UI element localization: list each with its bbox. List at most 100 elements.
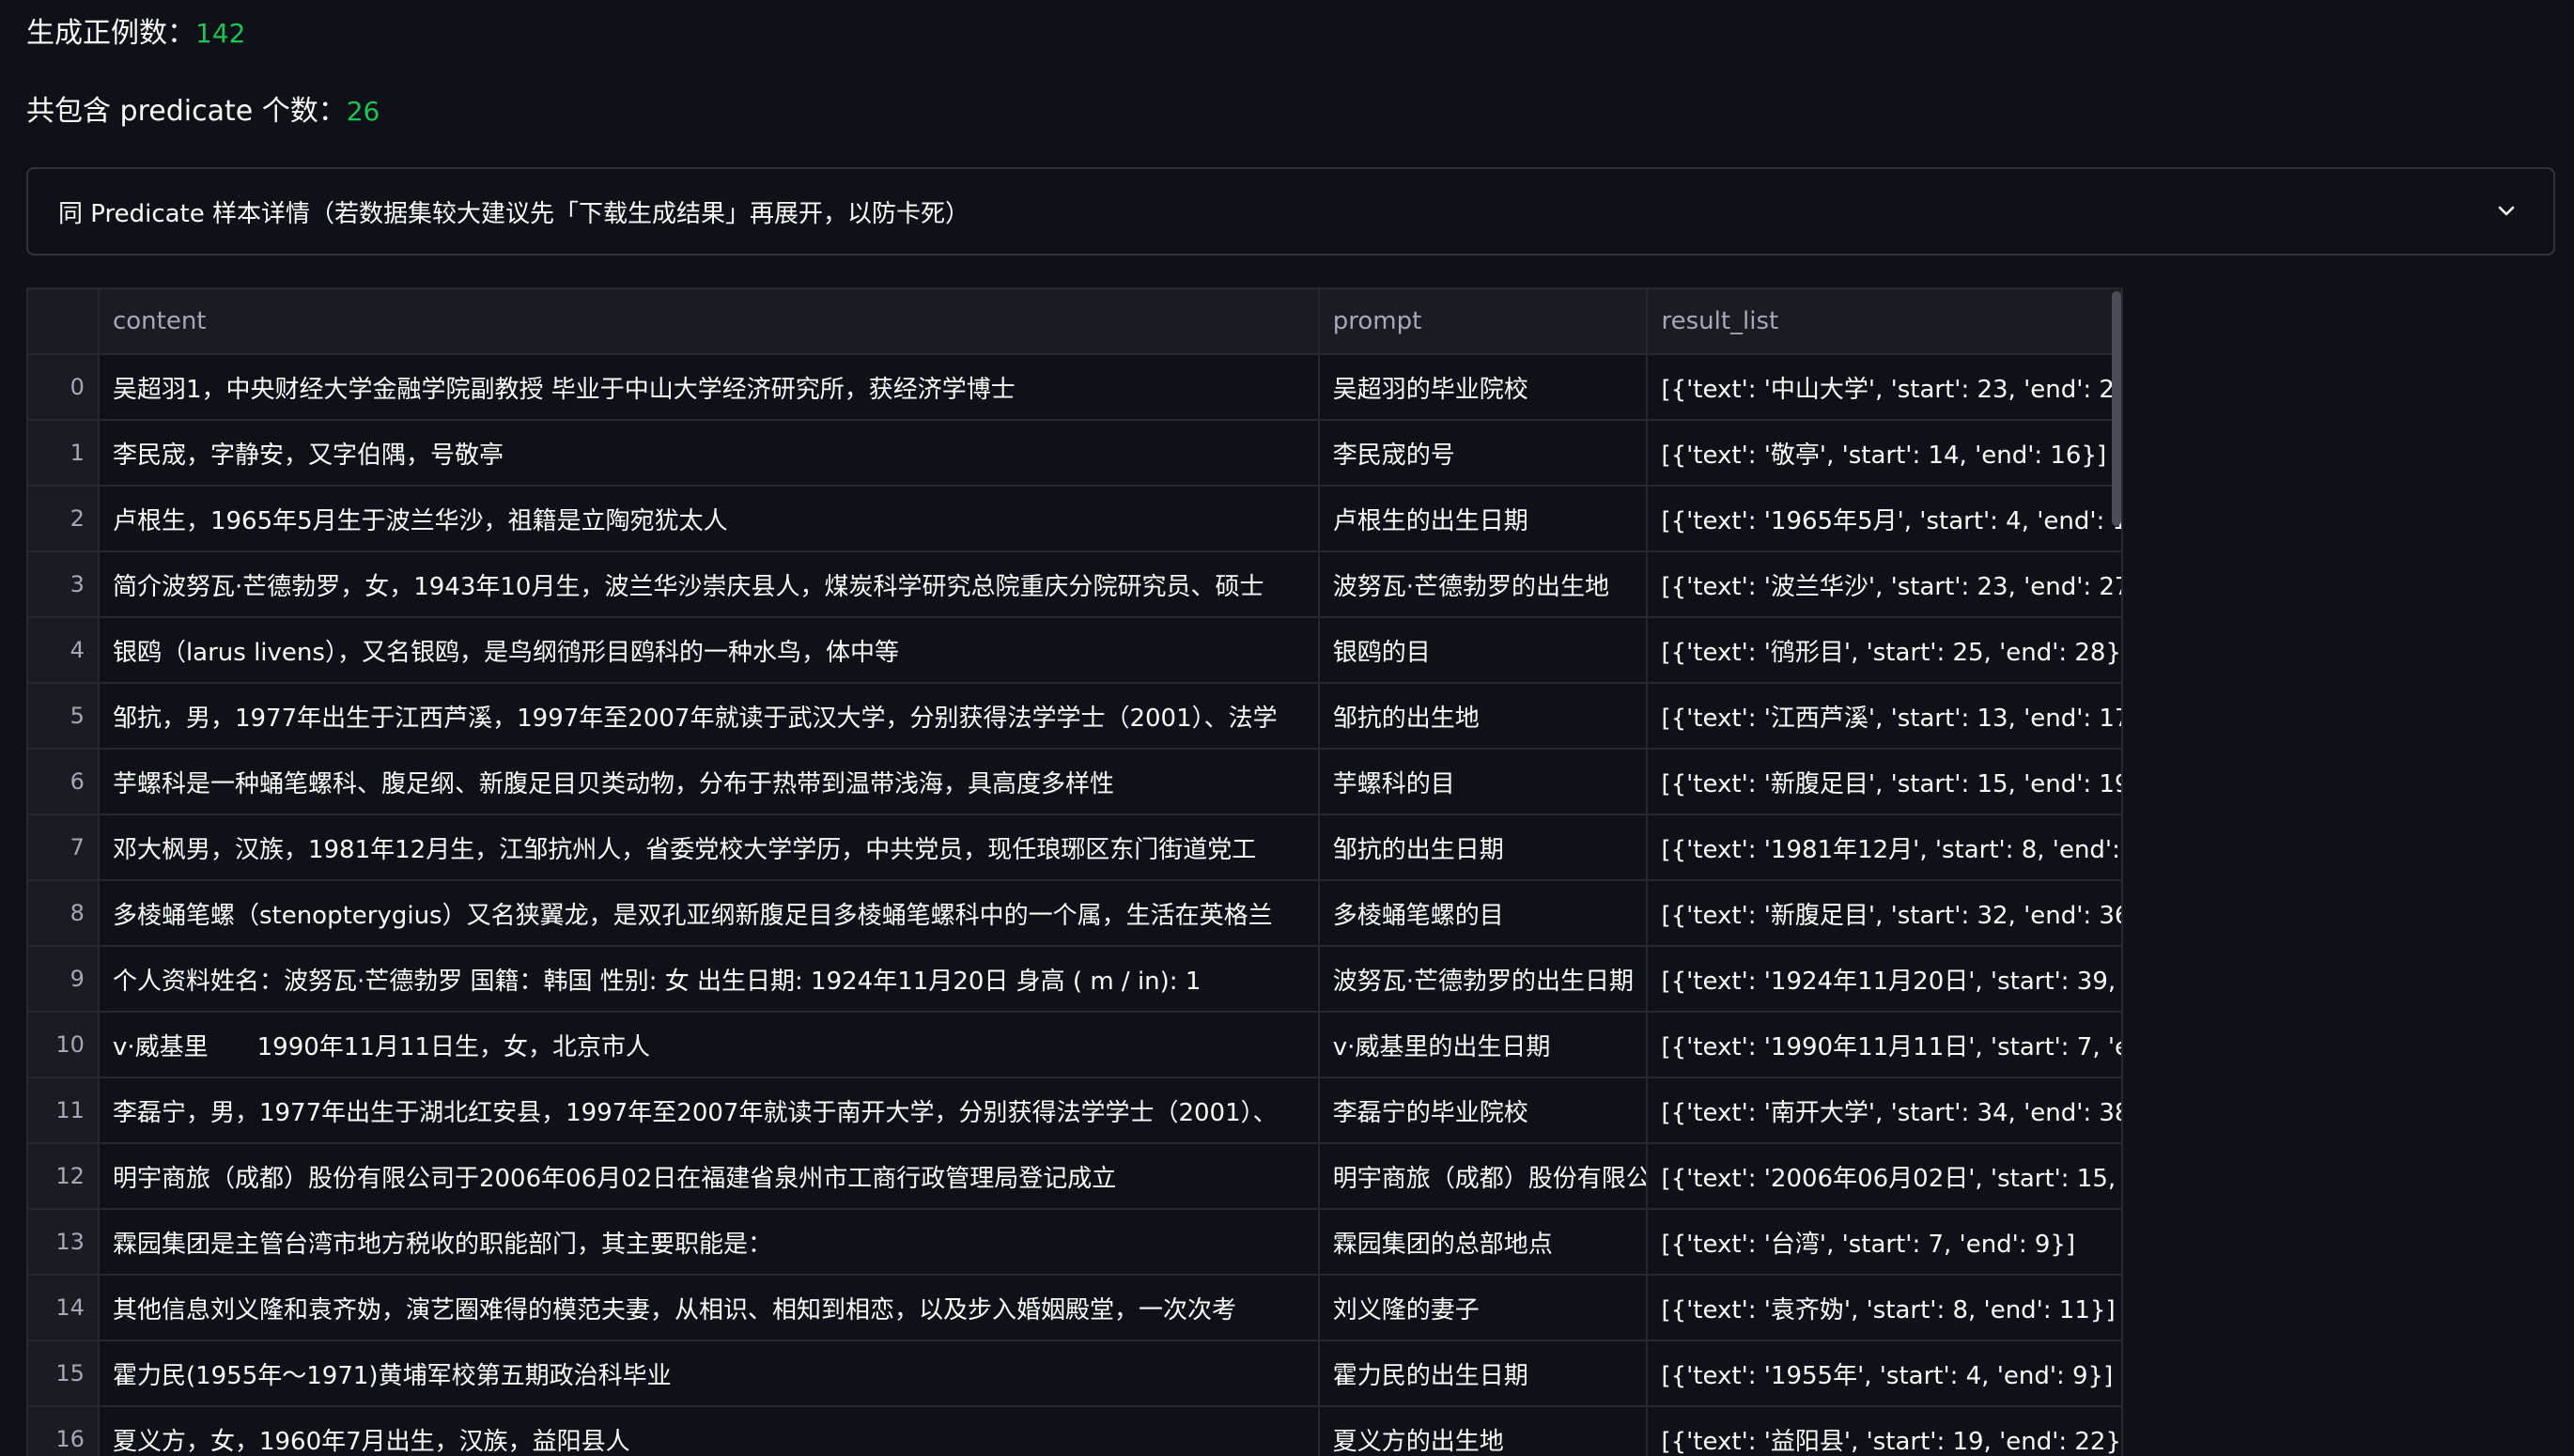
prompt-cell[interactable]: 卢根生的出生日期: [1320, 487, 1649, 550]
prompt-cell[interactable]: 邹抗的出生日期: [1320, 815, 1649, 879]
result-list-cell[interactable]: [{'text': '台湾', 'start': 7, 'end': 9}]: [1648, 1210, 2121, 1274]
table-row[interactable]: 15 霍力民(1955年～1971)黄埔军校第五期政治科毕业 霍力民的出生日期 [{'…: [28, 1341, 2121, 1407]
prompt-cell[interactable]: 李民宬的号: [1320, 421, 1649, 485]
row-index-cell[interactable]: 10: [28, 1013, 100, 1077]
table-row[interactable]: 11 李磊宁，男，1977年出生于湖北红安县，1997年至2007年就读于南开大学…: [28, 1078, 2121, 1144]
table-row[interactable]: 10 v·威基里 1990年11月11日生，女，北京市人 v·威基里的出生日期 [{'…: [28, 1013, 2121, 1078]
table-row[interactable]: 5 邹抗，男，1977年出生于江西芦溪，1997年至2007年就读于武汉大学，分别…: [28, 684, 2121, 750]
result-list-cell[interactable]: [{'text': '袁齐妫', 'start': 8, 'end': 11}]: [1648, 1276, 2121, 1340]
result-list-cell[interactable]: [{'text': '1965年5月', 'start': 4, 'end': …: [1648, 487, 2121, 550]
content-cell[interactable]: 其他信息刘义隆和袁齐妫，演艺圈难得的模范夫妻，从相识、相知到相恋，以及步入婚姻殿…: [100, 1276, 1320, 1340]
content-cell[interactable]: 邹抗，男，1977年出生于江西芦溪，1997年至2007年就读于武汉大学，分别获…: [100, 684, 1320, 748]
prompt-cell[interactable]: 刘义隆的妻子: [1320, 1276, 1649, 1340]
table-row[interactable]: 2 卢根生，1965年5月生于波兰华沙，祖籍是立陶宛犹太人 卢根生的出生日期 [{'t…: [28, 487, 2121, 552]
prompt-cell[interactable]: 多棱蛹笔螺的目: [1320, 881, 1649, 945]
row-index-cell[interactable]: 14: [28, 1276, 100, 1340]
content-cell[interactable]: v·威基里 1990年11月11日生，女，北京市人: [100, 1013, 1320, 1077]
predicate-count-label: 共包含 predicate 个数：: [26, 95, 347, 128]
content-cell[interactable]: 吴超羽1，中央财经大学金融学院副教授 毕业于中山大学经济研究所，获经济学博士: [100, 355, 1320, 419]
row-index-cell[interactable]: 2: [28, 487, 100, 550]
result-list-cell[interactable]: [{'text': '江西芦溪', 'start': 13, 'end': 17…: [1648, 684, 2121, 748]
prompt-cell[interactable]: 邹抗的出生地: [1320, 684, 1649, 748]
table-row[interactable]: 16 夏义方，女，1960年7月出生，汉族，益阳县人 夏义方的出生地 [{'text'…: [28, 1407, 2121, 1456]
table-row[interactable]: 3 简介波努瓦·芒德勃罗，女，1943年10月生，波兰华沙崇庆县人，煤炭科学研究总…: [28, 552, 2121, 618]
table-body: 0 吴超羽1，中央财经大学金融学院副教授 毕业于中山大学经济研究所，获经济学博士吴…: [28, 355, 2121, 1456]
table-row[interactable]: 12 明宇商旅（成都）股份有限公司于2006年06月02日在福建省泉州市工商行政管…: [28, 1144, 2121, 1210]
chevron-down-icon: [2489, 194, 2523, 228]
results-dataframe[interactable]: content prompt result_list 0 吴超羽1，中央财经大学金…: [26, 287, 2123, 1456]
table-row[interactable]: 9 个人资料姓名：波努瓦·芒德勃罗 国籍：韩国 性别: 女 出生日期: 1924年…: [28, 947, 2121, 1013]
content-cell[interactable]: 李民宬，字静安，又字伯隅，号敬亭: [100, 421, 1320, 485]
content-cell[interactable]: 夏义方，女，1960年7月出生，汉族，益阳县人: [100, 1407, 1320, 1456]
prompt-column-header[interactable]: prompt: [1320, 289, 1649, 353]
table-row[interactable]: 7 邓大枫男，汉族，1981年12月生，江邹抗州人，省委党校大学学历，中共党员，现…: [28, 815, 2121, 881]
prompt-cell[interactable]: 明宇商旅（成都）股份有限公司的成立日期: [1320, 1144, 1649, 1208]
content-cell[interactable]: 多棱蛹笔螺（stenopterygius）又名狭翼龙，是双孔亚纲新腹足目多棱蛹笔…: [100, 881, 1320, 945]
result-list-cell[interactable]: [{'text': '2006年06月02日', 'start': 15, 'e…: [1648, 1144, 2121, 1208]
result-list-cell[interactable]: [{'text': '中山大学', 'start': 23, 'end': 27…: [1648, 355, 2121, 419]
result-list-cell[interactable]: [{'text': '新腹足目', 'start': 32, 'end': 36…: [1648, 881, 2121, 945]
row-index-cell[interactable]: 3: [28, 552, 100, 616]
prompt-cell[interactable]: 银鸥的目: [1320, 618, 1649, 682]
row-index-cell[interactable]: 7: [28, 815, 100, 879]
prompt-cell[interactable]: 吴超羽的毕业院校: [1320, 355, 1649, 419]
predicate-details-expander[interactable]: 同 Predicate 样本详情（若数据集较大建议先「下载生成结果」再展开，以防…: [26, 167, 2555, 256]
content-cell[interactable]: 霖园集团是主管台湾市地方税收的职能部门，其主要职能是：: [100, 1210, 1320, 1274]
predicate-count-stat: 共包含 predicate 个数：26: [26, 93, 380, 131]
table-row[interactable]: 8 多棱蛹笔螺（stenopterygius）又名狭翼龙，是双孔亚纲新腹足目多棱蛹…: [28, 881, 2121, 947]
index-header[interactable]: [28, 289, 100, 353]
prompt-cell[interactable]: v·威基里的出生日期: [1320, 1013, 1649, 1077]
result-list-cell[interactable]: [{'text': '1990年11月11日', 'start': 7, 'en…: [1648, 1013, 2121, 1077]
row-index-cell[interactable]: 13: [28, 1210, 100, 1274]
prompt-cell[interactable]: 霖园集团的总部地点: [1320, 1210, 1649, 1274]
generated-count-stat: 生成正例数：142: [26, 15, 245, 53]
content-cell[interactable]: 简介波努瓦·芒德勃罗，女，1943年10月生，波兰华沙崇庆县人，煤炭科学研究总院…: [100, 552, 1320, 616]
content-cell[interactable]: 芋螺科是一种蛹笔螺科、腹足纲、新腹足目贝类动物，分布于热带到温带浅海，具高度多样…: [100, 750, 1320, 813]
row-index-cell[interactable]: 6: [28, 750, 100, 813]
content-column-header[interactable]: content: [100, 289, 1320, 353]
app-main: 生成正例数：142 共包含 predicate 个数：26 同 Predicat…: [0, 0, 2574, 1456]
row-index-cell[interactable]: 5: [28, 684, 100, 748]
prompt-cell[interactable]: 芋螺科的目: [1320, 750, 1649, 813]
row-index-cell[interactable]: 0: [28, 355, 100, 419]
table-scrollbar[interactable]: [2110, 287, 2123, 1456]
row-index-cell[interactable]: 11: [28, 1078, 100, 1142]
result-list-cell[interactable]: [{'text': '波兰华沙', 'start': 23, 'end': 27…: [1648, 552, 2121, 616]
prompt-cell[interactable]: 波努瓦·芒德勃罗的出生日期: [1320, 947, 1649, 1011]
scrollbar-thumb[interactable]: [2112, 291, 2121, 526]
table-row[interactable]: 4 银鸥（larus livens），又名银鸥，是鸟纲鸻形目鸥科的一种水鸟，体中等…: [28, 618, 2121, 684]
table-row[interactable]: 13 霖园集团是主管台湾市地方税收的职能部门，其主要职能是： 霖园集团的总部地点[{…: [28, 1210, 2121, 1276]
result-list-cell[interactable]: [{'text': '益阳县', 'start': 19, 'end': 22}…: [1648, 1407, 2121, 1456]
result-list-column-header[interactable]: result_list: [1648, 289, 2121, 353]
prompt-cell[interactable]: 波努瓦·芒德勃罗的出生地: [1320, 552, 1649, 616]
row-index-cell[interactable]: 12: [28, 1144, 100, 1208]
result-list-cell[interactable]: [{'text': '南开大学', 'start': 34, 'end': 38…: [1648, 1078, 2121, 1142]
result-list-cell[interactable]: [{'text': '鸻形目', 'start': 25, 'end': 28}…: [1648, 618, 2121, 682]
result-list-cell[interactable]: [{'text': '新腹足目', 'start': 15, 'end': 19…: [1648, 750, 2121, 813]
content-cell[interactable]: 李磊宁，男，1977年出生于湖北红安县，1997年至2007年就读于南开大学，分…: [100, 1078, 1320, 1142]
row-index-cell[interactable]: 4: [28, 618, 100, 682]
content-cell[interactable]: 明宇商旅（成都）股份有限公司于2006年06月02日在福建省泉州市工商行政管理局…: [100, 1144, 1320, 1208]
row-index-cell[interactable]: 8: [28, 881, 100, 945]
content-cell[interactable]: 卢根生，1965年5月生于波兰华沙，祖籍是立陶宛犹太人: [100, 487, 1320, 550]
prompt-cell[interactable]: 夏义方的出生地: [1320, 1407, 1649, 1456]
row-index-cell[interactable]: 1: [28, 421, 100, 485]
table-row[interactable]: 14 其他信息刘义隆和袁齐妫，演艺圈难得的模范夫妻，从相识、相知到相恋，以及步入婚…: [28, 1276, 2121, 1341]
content-cell[interactable]: 个人资料姓名：波努瓦·芒德勃罗 国籍：韩国 性别: 女 出生日期: 1924年1…: [100, 947, 1320, 1011]
content-cell[interactable]: 霍力民(1955年～1971)黄埔军校第五期政治科毕业: [100, 1341, 1320, 1405]
row-index-cell[interactable]: 16: [28, 1407, 100, 1456]
result-list-cell[interactable]: [{'text': '敬亭', 'start': 14, 'end': 16}]: [1648, 421, 2121, 485]
prompt-cell[interactable]: 霍力民的出生日期: [1320, 1341, 1649, 1405]
table-row[interactable]: 6 芋螺科是一种蛹笔螺科、腹足纲、新腹足目贝类动物，分布于热带到温带浅海，具高度多…: [28, 750, 2121, 815]
row-index-cell[interactable]: 15: [28, 1341, 100, 1405]
content-cell[interactable]: 银鸥（larus livens），又名银鸥，是鸟纲鸻形目鸥科的一种水鸟，体中等: [100, 618, 1320, 682]
prompt-cell[interactable]: 李磊宁的毕业院校: [1320, 1078, 1649, 1142]
result-list-cell[interactable]: [{'text': '1955年', 'start': 4, 'end': 9}…: [1648, 1341, 2121, 1405]
content-cell[interactable]: 邓大枫男，汉族，1981年12月生，江邹抗州人，省委党校大学学历，中共党员，现任…: [100, 815, 1320, 879]
table-row[interactable]: 1 李民宬，字静安，又字伯隅，号敬亭 李民宬的号 [{'text': '敬亭', 's…: [28, 421, 2121, 487]
result-list-cell[interactable]: [{'text': '1924年11月20日', 'start': 39, 'e…: [1648, 947, 2121, 1011]
row-index-cell[interactable]: 9: [28, 947, 100, 1011]
result-list-cell[interactable]: [{'text': '1981年12月', 'start': 8, 'end':…: [1648, 815, 2121, 879]
generated-count-label: 生成正例数：: [26, 17, 195, 50]
table-row[interactable]: 0 吴超羽1，中央财经大学金融学院副教授 毕业于中山大学经济研究所，获经济学博士吴…: [28, 355, 2121, 421]
